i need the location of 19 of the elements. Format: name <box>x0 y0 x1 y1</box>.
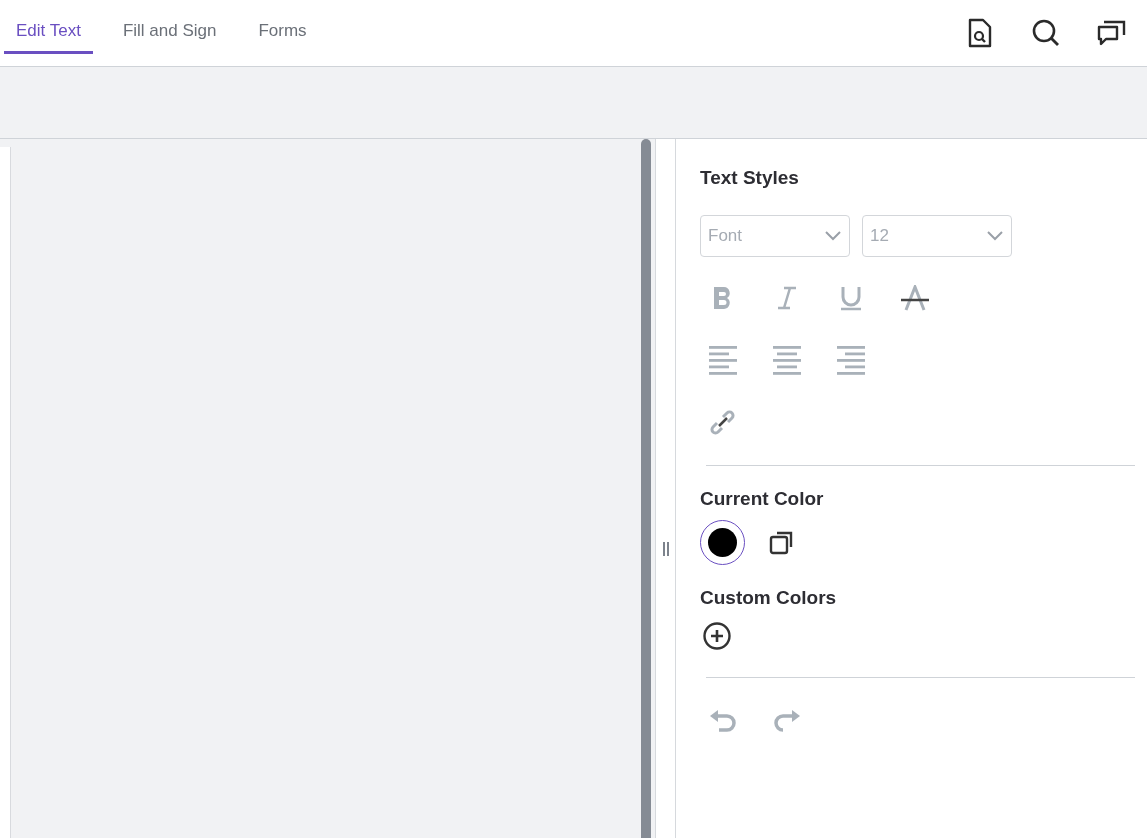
strikethrough-icon <box>900 285 930 311</box>
tab[interactable]: Forms <box>246 0 319 54</box>
tab[interactable]: Fill and Sign <box>110 0 229 54</box>
chevron-down-icon <box>987 231 1003 241</box>
italic-icon <box>776 285 798 311</box>
align-left-icon <box>709 344 737 376</box>
link-icon <box>708 407 738 437</box>
resize-handle-icon[interactable] <box>661 541 670 556</box>
add-color-icon[interactable] <box>700 619 734 653</box>
underline-icon <box>839 285 863 311</box>
section-title: Text Styles <box>700 167 800 189</box>
align-center-icon <box>773 344 801 376</box>
align-right-icon <box>837 344 865 376</box>
current-color-swatch[interactable] <box>700 520 745 565</box>
scrollbar-thumb[interactable] <box>641 139 651 838</box>
section-title: Custom Colors <box>700 587 838 609</box>
tab[interactable]: Edit Text <box>4 0 93 54</box>
section-title: Current Color <box>700 488 825 510</box>
chevron-down-icon <box>825 231 841 241</box>
